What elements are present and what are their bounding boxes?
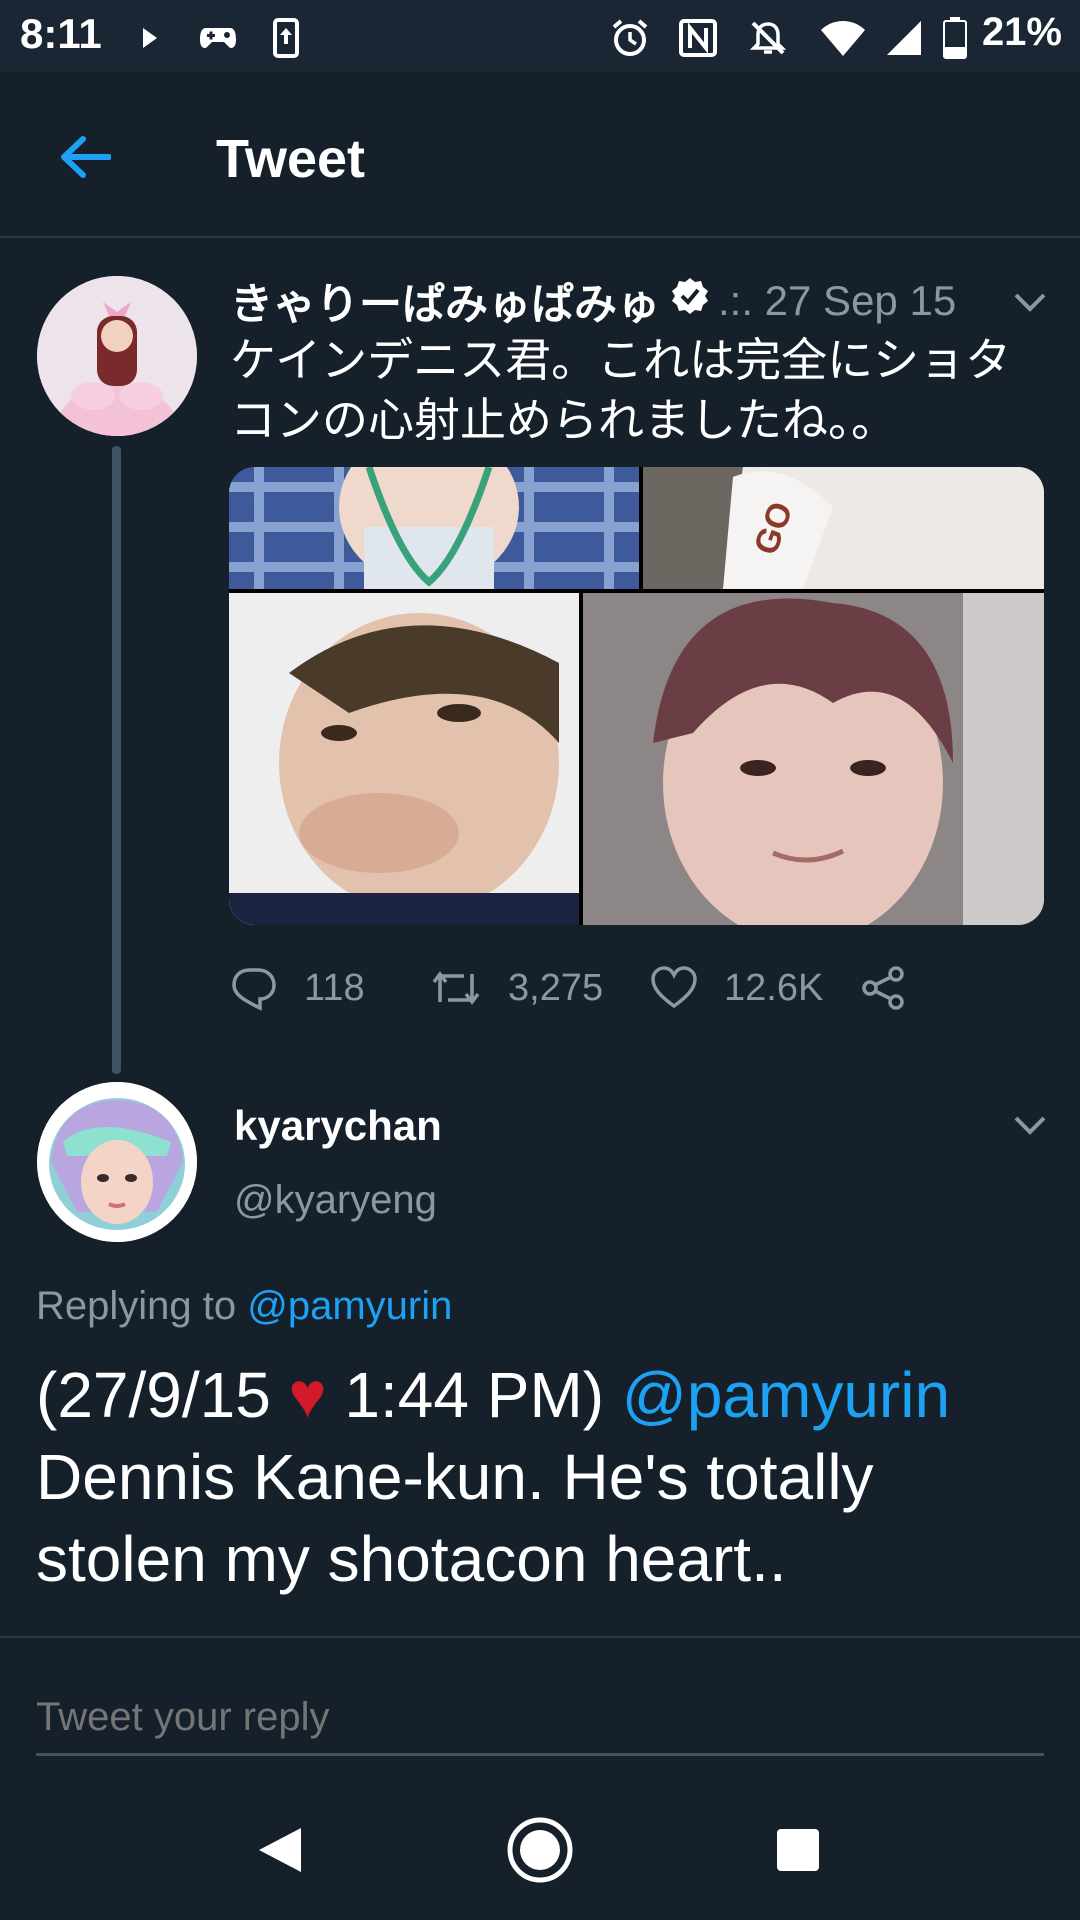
retweet-count: 3,275 [508,966,604,1009]
reply-body-text: Dennis Kane-kun. He's totally stolen my … [36,1441,874,1595]
divider [0,1636,1080,1638]
tweet-header: Tweet [0,72,1080,238]
reply-author-avatar[interactable] [37,1082,197,1242]
author-avatar[interactable] [37,276,197,436]
mute-icon [748,18,788,58]
thread-line [112,446,121,1074]
nav-back-button[interactable] [240,1810,320,1890]
media-tile[interactable] [229,593,579,925]
arrow-left-icon [61,136,111,178]
wifi-icon [818,18,868,58]
heart-icon [651,966,697,1009]
battery-percent: 21% [981,10,1062,54]
author-display-name[interactable]: きゃりーぱみゅぱみゅ [230,270,660,332]
tweet-timestamp: .:. 27 Sep 15 [718,277,957,324]
retweet-button[interactable]: 3,275 [430,966,650,1010]
reply-button[interactable]: 118 [230,964,430,1012]
nav-home-button[interactable] [500,1810,580,1890]
reply-composer-input[interactable] [36,1682,1044,1756]
replying-to-mention-link[interactable]: @pamyurin [247,1284,452,1328]
replying-to: Replying to @pamyurin [36,1284,452,1329]
reply-options-chevron-down-icon[interactable] [1010,1105,1050,1150]
media-tile[interactable] [583,593,1044,925]
reply-count: 118 [304,966,365,1009]
page-title: Tweet [216,129,366,189]
alarm-icon [610,18,650,58]
tweet-options-chevron-down-icon[interactable] [1010,282,1050,322]
nav-recents-button[interactable] [758,1810,838,1890]
red-heart-icon: ♥ [288,1359,327,1431]
signal-icon [884,18,924,58]
home-circle-icon [507,1817,573,1883]
reply-text: (27/9/15 ♥ 1:44 PM) @pamyurin Dennis Kan… [36,1354,1056,1600]
system-nav-bar [0,1770,1080,1920]
square-recents-icon [777,1829,819,1871]
battery-icon [940,17,970,59]
upload-icon [266,18,306,58]
reply-time: 1:44 PM) [326,1359,622,1431]
reply-author-name[interactable]: kyarychan [234,1102,442,1150]
share-icon [862,966,904,1010]
tweet-author-row: きゃりーぱみゅぱみゅ .:. 27 Sep 15 [230,270,956,332]
media-tile[interactable]: GO [643,467,1044,589]
tweet-media-grid[interactable]: GO [229,467,1044,925]
tweet-actions: 118 3,275 12.6K [230,958,934,1018]
verified-badge-icon [670,276,710,327]
status-bar: 8:11 21% [0,0,1080,72]
like-count: 12.6K [724,966,824,1009]
back-button[interactable] [50,122,120,192]
like-button[interactable]: 12.6K [650,966,860,1010]
media-tile[interactable] [229,467,639,589]
play-icon [130,18,170,58]
triangle-back-icon [259,1828,301,1872]
reply-date-prefix: (27/9/15 [36,1359,289,1431]
nfc-icon [678,18,718,58]
status-time: 8:11 [20,10,102,57]
tweet-text: ケインデニス君。これは完全にショタコンの心射止められましたね。。 [230,334,1012,446]
reply-icon [232,968,276,1011]
replying-to-label: Replying to [36,1284,248,1328]
retweet-icon [432,971,480,1005]
share-button[interactable] [860,964,934,1012]
game-controller-icon [198,18,238,58]
reply-mention-link[interactable]: @pamyurin [622,1359,950,1431]
reply-author-handle[interactable]: @kyaryeng [234,1178,437,1223]
